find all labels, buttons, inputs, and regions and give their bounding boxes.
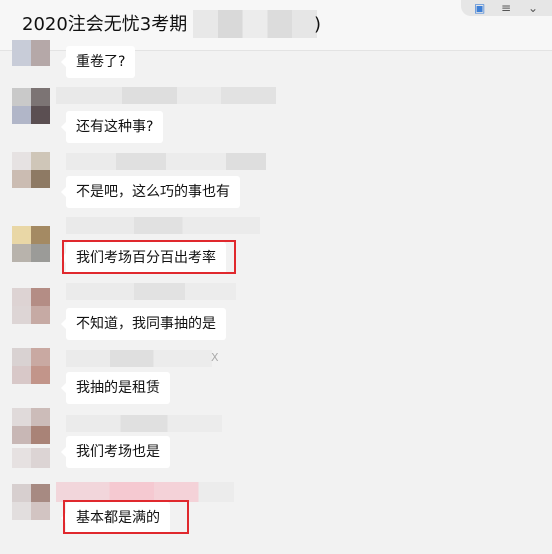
message-bubble: 我抽的是租赁 [61,372,170,404]
redacted-sender-name [66,350,212,367]
avatar[interactable] [12,484,50,520]
toolbar: ▣ ≡ ⌄ [461,0,552,16]
redacted-sender-name [66,217,260,234]
redacted-sender-name [56,482,234,502]
avatar[interactable] [12,88,50,124]
avatar[interactable] [12,288,50,324]
chat-title-suffix: ) [314,14,322,35]
redacted-sender-name [56,87,276,104]
message-bubble: 不知道，我同事抽的是 [61,308,226,340]
message-bubble: 基本都是满的 [61,502,170,534]
message-bubble: 我们考场百分百出考率 [61,242,226,274]
avatar[interactable] [12,40,50,66]
redacted-sender-name [66,415,222,432]
message-bubble: 重卷了? [60,46,136,78]
avatar[interactable] [12,348,50,384]
chat-icon[interactable]: ▣ [474,1,485,15]
chat-title: 2020注会无忧3考期 [22,14,188,35]
redacted-title-part [193,10,317,38]
menu-icon[interactable]: ≡ [501,1,511,15]
collapse-icon[interactable]: ⌄ [528,1,538,15]
avatar[interactable] [12,448,50,468]
sender-name-fragment: X [211,351,219,364]
redacted-sender-name [66,153,266,170]
message-bubble: 还有这种事? [60,111,164,143]
avatar[interactable] [12,226,50,262]
redacted-sender-name [66,283,236,300]
message-bubble: 我们考场也是 [61,436,170,468]
avatar[interactable] [12,152,50,188]
message-bubble: 不是吧，这么巧的事也有 [61,176,240,208]
chat-header: 2020注会无忧3考期 ) ▣ ≡ ⌄ [0,0,552,51]
avatar[interactable] [12,408,50,444]
